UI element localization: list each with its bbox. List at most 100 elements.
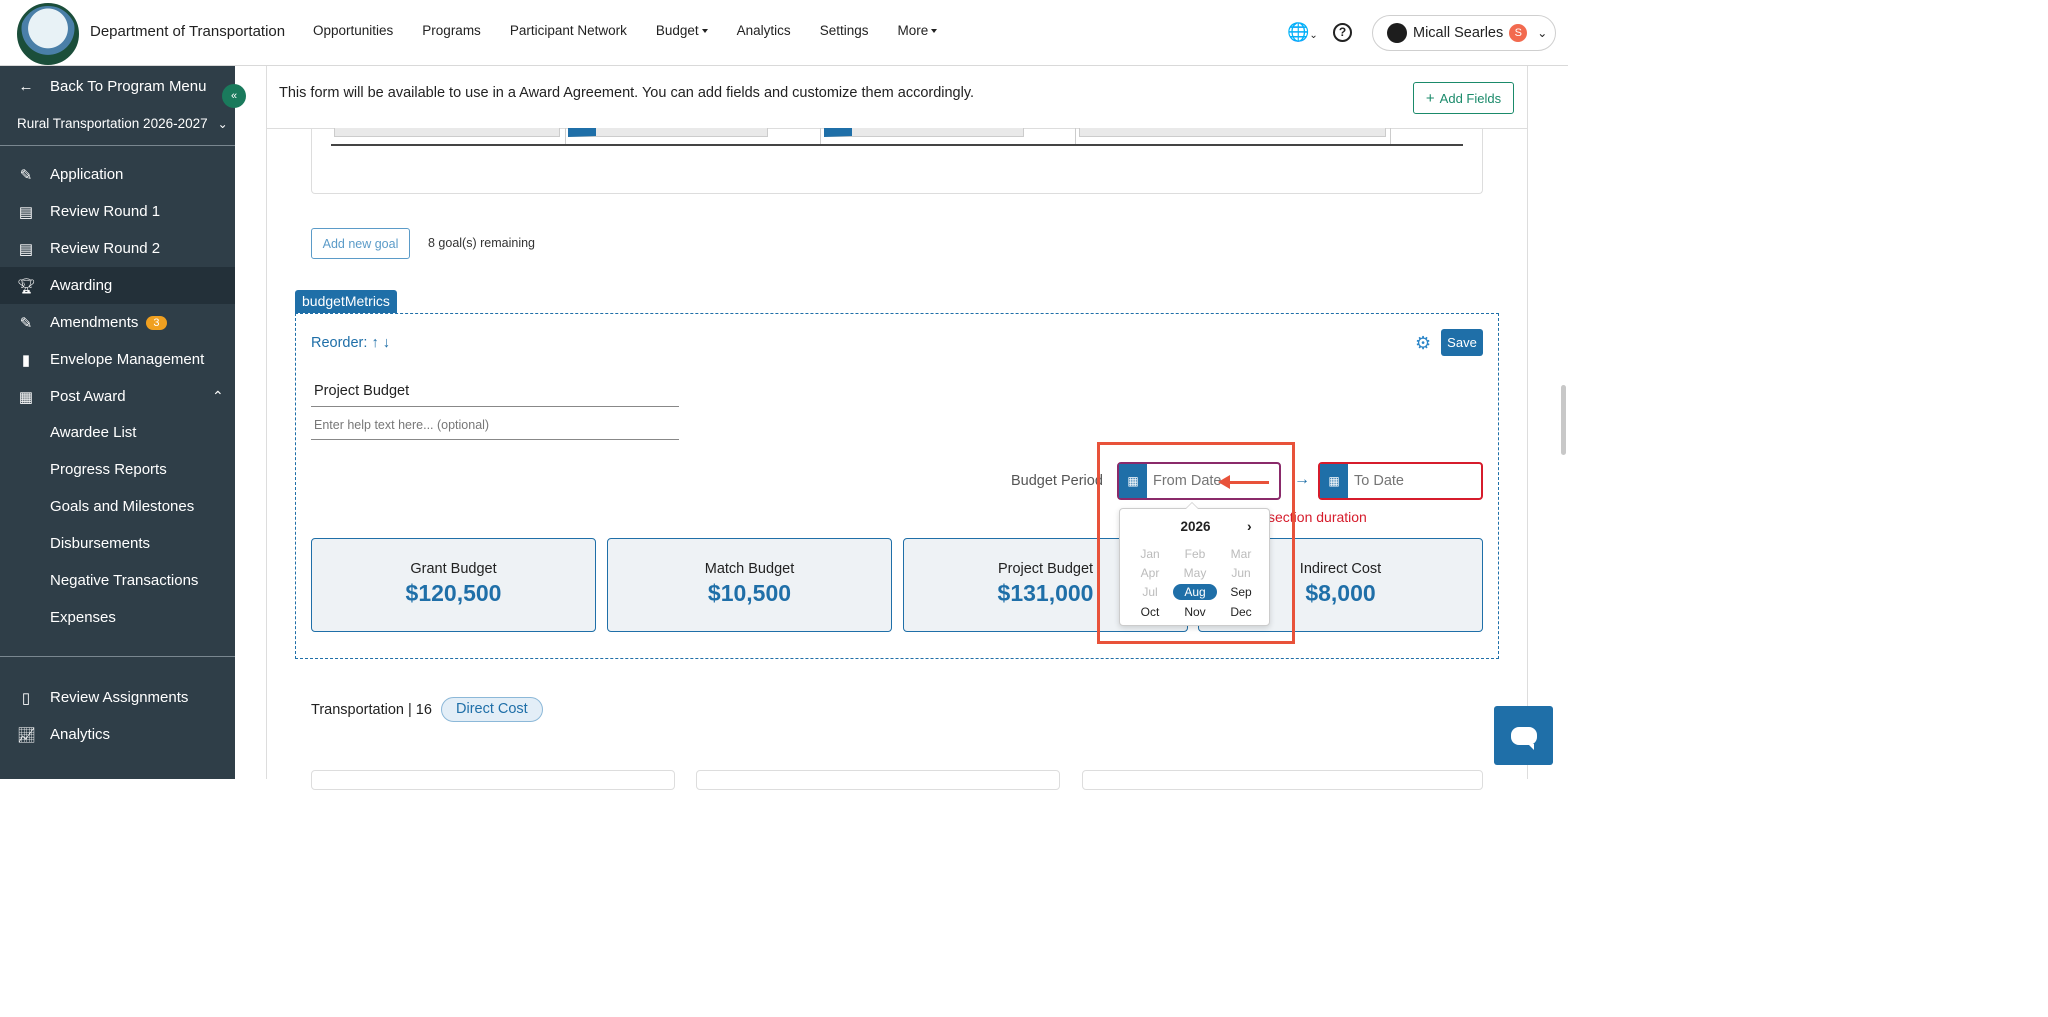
- metric-value: $10,500: [707, 580, 792, 606]
- month-option-sep[interactable]: Sep: [1219, 584, 1263, 600]
- goal-table-rule: [331, 144, 1463, 146]
- sidebar-item-label: Analytics: [50, 726, 111, 743]
- arrow-up-icon[interactable]: ↑: [371, 335, 378, 351]
- calendar-icon: ▦: [1119, 464, 1147, 498]
- category-label: Transportation | 16: [311, 702, 432, 718]
- sidebar-subitem-disbursements[interactable]: Disbursements: [50, 535, 150, 552]
- nav-budget-label: Budget: [655, 23, 699, 38]
- chevron-up-icon: ⌃: [212, 388, 224, 404]
- to-date-field[interactable]: ▦: [1318, 462, 1483, 500]
- arrow-left-icon: ←: [18, 78, 34, 95]
- sidebar-subitem-negative-transactions[interactable]: Negative Transactions: [50, 572, 198, 589]
- help-text-input[interactable]: Enter help text here... (optional): [311, 418, 679, 440]
- metric-label: Grant Budget: [410, 561, 497, 577]
- month-option-apr: Apr: [1140, 566, 1160, 580]
- sidebar-item-envelope-management[interactable]: ▮ Envelope Management: [0, 341, 235, 378]
- sidebar-divider: [0, 145, 235, 146]
- chevron-down-icon: ⌄: [217, 116, 228, 131]
- sidebar-item-analytics[interactable]: 📈︎ Analytics: [0, 716, 235, 753]
- caret-down-icon: [931, 29, 938, 34]
- scrollbar-thumb[interactable]: [1561, 385, 1566, 455]
- goal-table-cell: [824, 128, 1024, 137]
- metric-card-match-budget: Match Budget $10,500: [607, 538, 892, 632]
- sidebar-item-application[interactable]: ✎ Application: [0, 156, 235, 193]
- review-file-icon: ▤: [18, 203, 34, 221]
- category-card: [1082, 770, 1483, 790]
- add-fields-button[interactable]: + Add Fields: [1413, 82, 1514, 114]
- file-icon: ▮: [21, 351, 31, 369]
- user-status-badge: S: [1509, 24, 1528, 42]
- nav-opportunities[interactable]: Opportunities: [313, 23, 393, 38]
- sidebar-item-label: Review Assignments: [50, 689, 189, 706]
- sidebar-subitem-awardee-list[interactable]: Awardee List: [50, 424, 136, 441]
- sidebar-subitem-expenses[interactable]: Expenses: [50, 609, 116, 626]
- sidebar-divider: [0, 656, 235, 657]
- month-option-jun: Jun: [1231, 566, 1251, 580]
- goals-table-container: [311, 128, 1483, 194]
- gear-icon[interactable]: ⚙: [1415, 333, 1431, 354]
- nav-more[interactable]: More: [897, 23, 938, 38]
- sidebar-item-amendments[interactable]: ✎ Amendments 3: [0, 304, 235, 341]
- nav-analytics[interactable]: Analytics: [737, 23, 791, 38]
- month-option-jan: Jan: [1140, 547, 1160, 561]
- program-selector[interactable]: Rural Transportation 2026-2027 ⌄: [0, 105, 235, 142]
- sidebar-item-post-award[interactable]: ▦ Post Award ⌃: [0, 378, 235, 415]
- month-option-feb: Feb: [1184, 547, 1206, 561]
- metric-label: Match Budget: [704, 561, 795, 577]
- to-date-input[interactable]: [1348, 473, 1468, 489]
- chevron-right-icon[interactable]: ›: [1247, 518, 1252, 534]
- chat-bubble-icon: [1510, 726, 1537, 750]
- nav-budget[interactable]: Budget: [656, 23, 708, 38]
- annotation-arrow: [1218, 475, 1269, 489]
- chat-launcher-button[interactable]: [1494, 706, 1553, 765]
- month-option-dec[interactable]: Dec: [1219, 604, 1263, 620]
- date-error-text: section duration: [1268, 509, 1367, 525]
- trophy-icon: 🏆︎: [17, 277, 37, 295]
- nav-settings[interactable]: Settings: [820, 23, 869, 38]
- language-globe-icon[interactable]: 🌐⌄: [1287, 22, 1318, 43]
- sidebar-subitem-progress-reports[interactable]: Progress Reports: [50, 461, 167, 478]
- chart-icon: 📈︎: [17, 726, 37, 744]
- back-to-program-menu[interactable]: ← Back To Program Menu: [0, 68, 235, 105]
- month-option-nov[interactable]: Nov: [1173, 604, 1217, 620]
- add-fields-label: Add Fields: [1439, 90, 1502, 106]
- sidebar-item-review-round-1[interactable]: ▤ Review Round 1: [0, 193, 235, 230]
- sidebar-item-label: Review Round 1: [50, 203, 161, 220]
- reorder-label: Reorder:: [311, 335, 368, 351]
- sidebar-subitem-goals-milestones[interactable]: Goals and Milestones: [50, 498, 194, 515]
- add-new-goal-button[interactable]: Add new goal: [311, 228, 410, 259]
- nav-participant-network[interactable]: Participant Network: [510, 23, 627, 38]
- goals-remaining-text: 8 goal(s) remaining: [428, 236, 535, 250]
- help-icon[interactable]: ?: [1333, 23, 1352, 42]
- sidebar-item-label: Application: [50, 166, 124, 183]
- sidebar-item-review-round-2[interactable]: ▤ Review Round 2: [0, 230, 235, 267]
- review-file-icon: ▤: [18, 240, 34, 258]
- sidebar-item-label: Envelope Management: [50, 351, 205, 368]
- main-nav: Opportunities Programs Participant Netwo…: [313, 23, 966, 38]
- sidebar: ← Back To Program Menu Rural Transportat…: [0, 66, 235, 779]
- month-option-may: May: [1183, 566, 1207, 580]
- arrow-down-icon[interactable]: ↓: [383, 335, 390, 351]
- sidebar-collapse-button[interactable]: «: [222, 84, 246, 108]
- sidebar-item-label: Review Round 2: [50, 240, 161, 257]
- nav-programs[interactable]: Programs: [422, 23, 481, 38]
- caret-down-icon: [701, 29, 708, 34]
- avatar: [1387, 23, 1407, 43]
- calendar-icon: ▦: [1320, 464, 1348, 498]
- save-button[interactable]: Save: [1441, 329, 1483, 356]
- building-icon: ▦: [18, 388, 34, 406]
- category-card: [311, 770, 675, 790]
- form-info-text: This form will be available to use in a …: [279, 85, 975, 101]
- field-title-input[interactable]: Project Budget: [311, 383, 679, 407]
- department-logo[interactable]: [17, 3, 79, 65]
- month-option-aug[interactable]: Aug: [1173, 584, 1217, 600]
- amendments-count-badge: 3: [146, 315, 167, 330]
- sidebar-item-awarding[interactable]: 🏆︎ Awarding: [0, 267, 235, 304]
- program-name: Rural Transportation 2026-2027: [17, 116, 208, 131]
- edit-file-icon: ✎: [19, 166, 33, 184]
- direct-cost-tag[interactable]: Direct Cost: [441, 697, 543, 722]
- month-option-oct[interactable]: Oct: [1128, 604, 1172, 620]
- user-menu[interactable]: Micall Searles S ⌄: [1372, 15, 1556, 51]
- user-name: Micall Searles: [1413, 25, 1504, 41]
- sidebar-item-review-assignments[interactable]: ▯ Review Assignments: [0, 679, 235, 716]
